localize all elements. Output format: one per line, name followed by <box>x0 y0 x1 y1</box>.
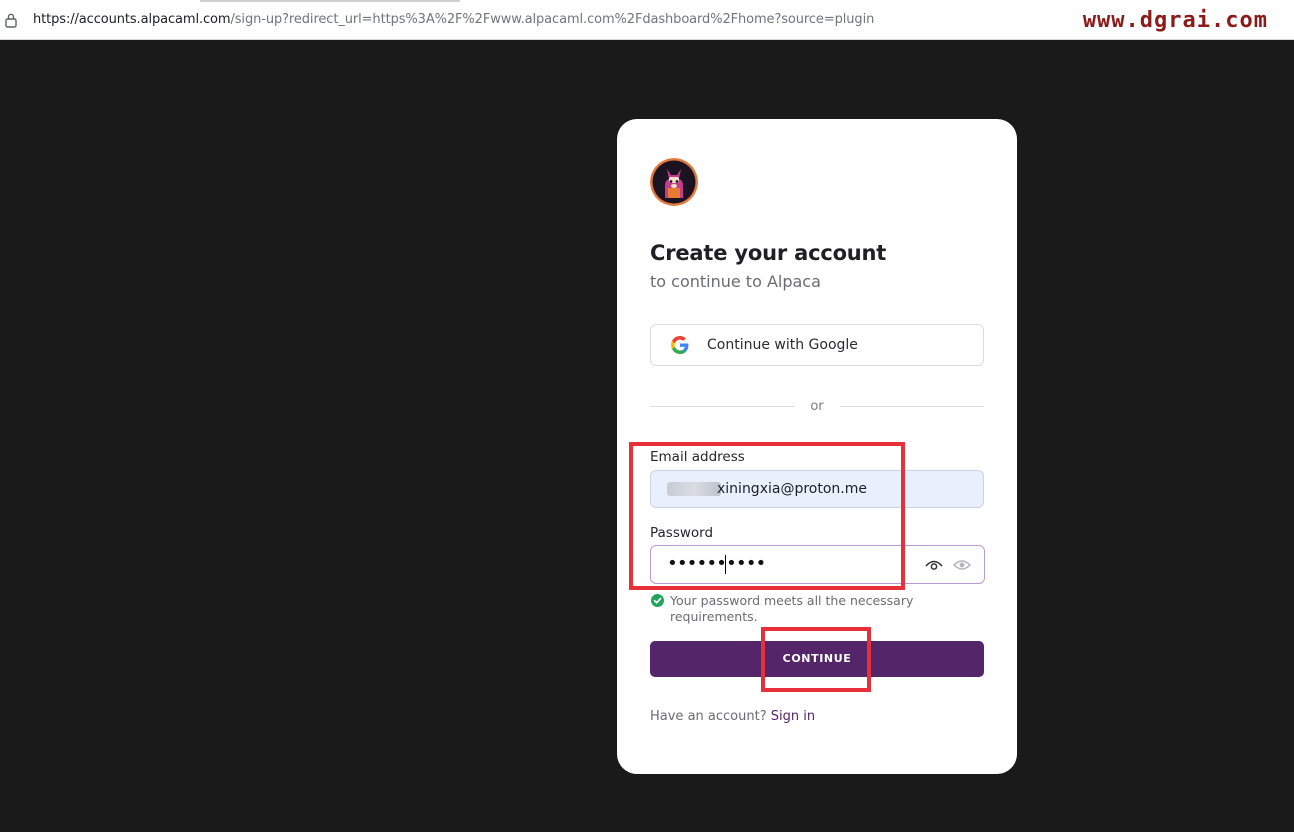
url-host: https://accounts.alpacaml.com <box>33 12 231 27</box>
highlight-box-continue <box>761 627 871 692</box>
continue-with-google-button[interactable]: Continue with Google <box>650 324 984 366</box>
divider-text: or <box>810 399 824 414</box>
google-button-label: Continue with Google <box>707 337 858 353</box>
show-password-eye-icon[interactable] <box>925 558 943 572</box>
url-field[interactable]: https://accounts.alpacaml.com/sign-up?re… <box>33 12 874 27</box>
highlight-box-fields <box>629 442 905 590</box>
browser-address-bar: https://accounts.alpacaml.com/sign-up?re… <box>0 0 1294 40</box>
password-hint: Your password meets all the necessary re… <box>670 593 914 624</box>
google-icon <box>671 336 689 354</box>
tab-indicator <box>200 0 460 2</box>
footer-prefix: Have an account? <box>650 709 767 724</box>
alpaca-logo-icon <box>650 158 698 206</box>
url-path: /sign-up?redirect_url=https%3A%2F%2Fwww.… <box>230 12 875 27</box>
watermark-text: www.dgrai.com <box>1082 8 1268 33</box>
page-subtitle: to continue to Alpaca <box>650 272 821 291</box>
signin-footer: Have an account? Sign in <box>650 709 815 724</box>
page-title: Create your account <box>650 241 887 265</box>
divider-left <box>650 406 795 407</box>
sign-in-link[interactable]: Sign in <box>771 709 815 724</box>
success-check-icon <box>651 594 664 607</box>
divider-right <box>840 406 984 407</box>
reveal-eye-icon[interactable] <box>953 558 971 572</box>
lock-icon <box>5 13 17 28</box>
